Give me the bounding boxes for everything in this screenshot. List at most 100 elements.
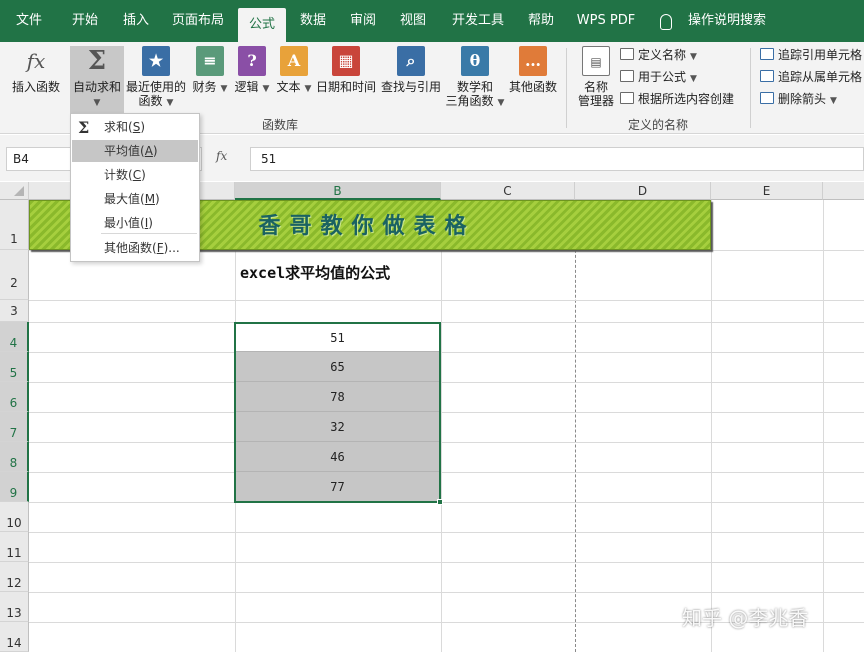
menu-item-suffix: ): [155, 192, 160, 206]
tab-insert[interactable]: 插入: [112, 0, 160, 42]
recent-label-1: 最近使用的: [125, 80, 186, 94]
theta-book-icon: θ: [461, 46, 489, 76]
menu-item-suffix: )...: [163, 241, 180, 255]
menu-item-accelerator: C: [132, 168, 142, 182]
gridline: [711, 200, 712, 652]
row-header-2[interactable]: 2: [0, 250, 29, 300]
formula-input[interactable]: 51: [250, 147, 864, 171]
more-book-icon: …: [519, 46, 547, 76]
remove-arrows-button[interactable]: 删除箭头 ▼: [760, 90, 837, 108]
insert-function-label: 插入函数: [11, 80, 60, 94]
row-header-14[interactable]: 14: [0, 622, 29, 652]
insert-function-fx-button[interactable]: fx: [216, 149, 227, 163]
math-label-2: 三角函数: [445, 94, 494, 108]
column-header-c[interactable]: C: [441, 182, 575, 200]
lookup-label: 查找与引用: [380, 80, 441, 94]
math-trig-button[interactable]: θ 数学和 三角函数 ▼: [444, 46, 506, 116]
function-library-group-label: 函数库: [262, 118, 299, 132]
row-header-13[interactable]: 13: [0, 592, 29, 622]
chevron-down-icon: ▼: [690, 74, 697, 84]
create-from-selection-button[interactable]: 根据所选内容创建: [620, 90, 734, 108]
date-time-button[interactable]: ▦ 日期和时间: [314, 46, 378, 116]
row-header-7[interactable]: 7: [0, 412, 29, 442]
use-in-formula-button[interactable]: 用于公式 ▼: [620, 68, 697, 86]
tab-formulas[interactable]: 公式: [238, 8, 286, 42]
recently-used-button[interactable]: ★ 最近使用的 函数 ▼: [124, 46, 188, 116]
column-header-b[interactable]: B: [235, 182, 441, 200]
trace-dependents-button[interactable]: 追踪从属单元格: [760, 68, 862, 86]
text-button[interactable]: A 文本 ▼: [274, 46, 314, 116]
cell-b4[interactable]: 51: [235, 323, 440, 352]
trace-precedents-label: 追踪引用单元格: [778, 48, 863, 62]
tag-icon: [620, 48, 634, 60]
row-header-6[interactable]: 6: [0, 382, 29, 412]
cell-b9[interactable]: 77: [235, 472, 440, 502]
menu-item-average[interactable]: 平均值(A): [72, 140, 198, 162]
row-header-8[interactable]: 8: [0, 442, 29, 472]
tab-developer[interactable]: 开发工具: [442, 0, 514, 42]
row-header-12[interactable]: 12: [0, 562, 29, 592]
row-header-11[interactable]: 11: [0, 532, 29, 562]
gridline: [29, 502, 864, 503]
column-header-f[interactable]: [823, 182, 864, 200]
row-header-1[interactable]: 1: [0, 200, 29, 250]
column-header-d[interactable]: D: [575, 182, 711, 200]
trace-dependents-label: 追踪从属单元格: [778, 70, 863, 84]
row-header-3[interactable]: 3: [0, 300, 29, 322]
row-header-10[interactable]: 10: [0, 502, 29, 532]
defined-names-group-label: 定义的名称: [628, 118, 689, 132]
tab-view[interactable]: 视图: [390, 0, 436, 42]
row-header-9[interactable]: 9: [0, 472, 29, 502]
sigma-icon: Σ: [78, 118, 90, 137]
insert-function-button[interactable]: fx 插入函数: [6, 46, 66, 116]
name-manager-button[interactable]: ▤ 名称 管理器: [574, 46, 618, 116]
cell-b2-title[interactable]: excel求平均值的公式: [240, 262, 390, 283]
logical-label: 逻辑: [234, 80, 259, 94]
trace-precedents-button[interactable]: 追踪引用单元格: [760, 46, 862, 64]
cell-b8[interactable]: 46: [235, 442, 440, 472]
row-header-5[interactable]: 5: [0, 352, 29, 382]
tab-home[interactable]: 开始: [58, 0, 112, 42]
tab-wps-pdf[interactable]: WPS PDF: [570, 0, 642, 42]
calendar-icon: ▦: [332, 46, 360, 76]
financial-button[interactable]: ≡ 财务 ▼: [190, 46, 230, 116]
fx-tag-icon: [620, 70, 634, 82]
tab-page-layout[interactable]: 页面布局: [160, 0, 236, 42]
define-name-button[interactable]: 定义名称 ▼: [620, 46, 697, 64]
logical-button[interactable]: ? 逻辑 ▼: [232, 46, 272, 116]
gridline: [29, 352, 864, 353]
page-break-line: [575, 200, 576, 652]
autosum-button[interactable]: Σ 自动求和 ▼: [70, 46, 124, 116]
menu-item-count[interactable]: 计数(C): [72, 164, 198, 186]
column-header-e[interactable]: E: [711, 182, 823, 200]
lookup-reference-button[interactable]: ⌕ 查找与引用: [380, 46, 442, 116]
recent-label-2: 函数: [138, 94, 163, 108]
name-manager-label-1: 名称: [583, 80, 608, 94]
menu-item-more-functions[interactable]: 其他函数(F)...: [72, 237, 198, 259]
cell-b7[interactable]: 32: [235, 412, 440, 442]
tab-review[interactable]: 审阅: [340, 0, 386, 42]
gridline: [29, 382, 864, 383]
menu-item-suffix: ): [148, 216, 153, 230]
more-functions-button[interactable]: … 其他函数: [506, 46, 560, 116]
fill-handle[interactable]: [437, 499, 443, 505]
menu-item-suffix: ): [141, 168, 146, 182]
select-all-triangle-icon: [14, 186, 24, 196]
cell-b6[interactable]: 78: [235, 382, 440, 412]
tab-data[interactable]: 数据: [290, 0, 336, 42]
menu-item-max[interactable]: 最大值(M): [72, 188, 198, 210]
question-book-icon: ?: [238, 46, 266, 76]
trace-dependents-icon: [760, 70, 774, 82]
gridline: [29, 300, 864, 301]
tab-help[interactable]: 帮助: [518, 0, 564, 42]
letter-a-icon: A: [280, 46, 308, 76]
row-header-4[interactable]: 4: [0, 322, 29, 352]
cell-b5[interactable]: 65: [235, 352, 440, 382]
menu-item-sum[interactable]: Σ 求和(S): [72, 116, 198, 138]
menu-item-min[interactable]: 最小值(I): [72, 212, 198, 234]
tab-file[interactable]: 文件: [0, 0, 58, 42]
menu-item-accelerator: F: [156, 241, 164, 255]
lightbulb-icon: [660, 14, 672, 30]
menu-item-accelerator: A: [144, 144, 153, 158]
tell-me-search[interactable]: 操作说明搜索: [682, 0, 772, 42]
